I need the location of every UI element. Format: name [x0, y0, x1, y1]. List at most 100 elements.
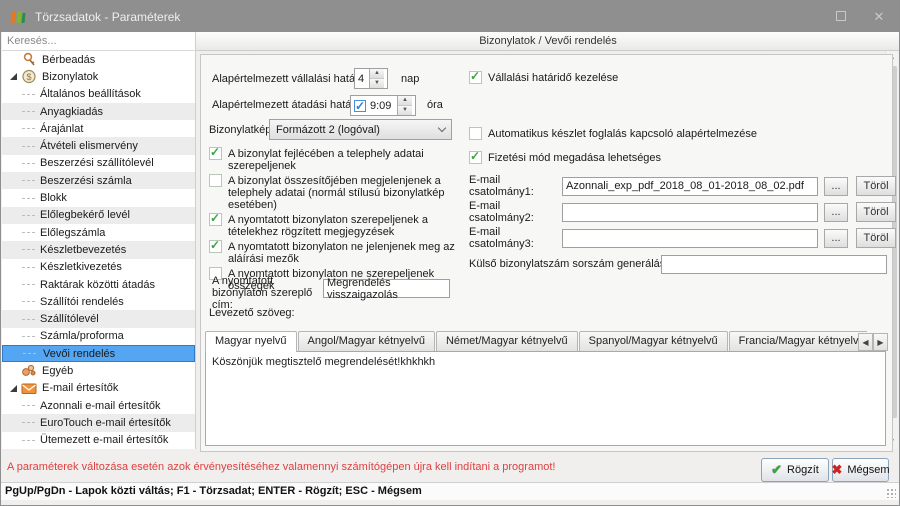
- tree-item-anyagkiad-s[interactable]: Anyagkiadás: [2, 103, 195, 120]
- checkbox-left-1[interactable]: A bizonylat fejlécében a telephely adata…: [209, 147, 467, 172]
- checkbox-right-2[interactable]: Automatikus készlet foglalás kapcsoló al…: [469, 127, 869, 140]
- levezeto-label: Levezető szöveg:: [209, 307, 295, 319]
- save-button[interactable]: ✔ Rögzít: [761, 458, 829, 482]
- checkbox-label: Automatikus készlet foglalás kapcsoló al…: [488, 127, 757, 140]
- email-input[interactable]: [562, 229, 818, 248]
- browse-button[interactable]: ...: [824, 229, 848, 248]
- tree-item-azonnali-e-mail-rtes-t-k[interactable]: Azonnali e-mail értesítők: [2, 397, 195, 414]
- tree-item-k-szletkivezet-s[interactable]: Készletkivezetés: [2, 259, 195, 276]
- kulso-input[interactable]: [661, 255, 887, 274]
- checkbox-icon[interactable]: [469, 127, 482, 140]
- checkbox-icon[interactable]: [209, 174, 222, 187]
- spinner-arrows-icon[interactable]: ▲▼: [369, 69, 384, 88]
- tree-item-el-legsz-mla[interactable]: Előlegszámla: [2, 224, 195, 241]
- tree-item--ltal-nos-be-ll-t-sok[interactable]: Általános beállítások: [2, 86, 195, 103]
- close-icon[interactable]: ✕: [871, 9, 887, 25]
- other-icon: [21, 363, 37, 378]
- tree-item--raj-nlat[interactable]: Árajánlat: [2, 120, 195, 137]
- tree-item-label: Számla/proforma: [40, 330, 124, 342]
- expander-icon[interactable]: [10, 73, 17, 80]
- checkbox-label: A nyomtatott bizonylaton szerepeljenek a…: [228, 213, 467, 238]
- tree-branch-line: [22, 198, 35, 199]
- search-input[interactable]: Keresés...: [2, 32, 196, 51]
- tree-item-rakt-rak-k-z-tti-tad-s[interactable]: Raktárak közötti átadás: [2, 276, 195, 293]
- tree-item-sz-ll-t-lev-l[interactable]: Szállítólevél: [2, 310, 195, 327]
- delete-attachment-button[interactable]: Töröl: [856, 202, 896, 222]
- cancel-button[interactable]: ✖ Mégsem: [832, 458, 889, 482]
- tree-item-sz-ll-t-i-rendel-s[interactable]: Szállítói rendelés: [2, 293, 195, 310]
- browse-button[interactable]: ...: [824, 177, 848, 196]
- checkbox-label: Fizetési mód megadása lehetséges: [488, 151, 661, 164]
- mail-icon: [21, 381, 37, 396]
- cim-input[interactable]: Megrendelés visszaigazolás: [323, 279, 450, 298]
- checkbox-label: A bizonylat összesítőjében megjelenjenek…: [228, 174, 467, 211]
- checkbox-left-4[interactable]: A nyomtatott bizonylaton ne jelenjenek m…: [209, 240, 467, 265]
- vallalasi-label: Alapértelmezett vállalási határidő:: [212, 73, 376, 85]
- delete-attachment-button[interactable]: Töröl: [856, 228, 896, 248]
- tree-item-k-szletbevezet-s[interactable]: Készletbevezetés: [2, 241, 195, 258]
- tab-spanyol-magyar-k-tnyelv-[interactable]: Spanyol/Magyar kétnyelvű: [579, 331, 728, 351]
- tree-item-vev-i-rendel-s[interactable]: Vevői rendelés: [2, 345, 195, 362]
- checkbox-right-3[interactable]: Fizetési mód megadása lehetséges: [469, 151, 869, 164]
- checkbox-label: A bizonylat fejlécében a telephely adata…: [228, 147, 467, 172]
- checkbox-icon[interactable]: [469, 71, 482, 84]
- spinner-arrows-icon[interactable]: ▲▼: [397, 96, 412, 115]
- check-icon: ✔: [771, 462, 782, 478]
- checkbox-left-3[interactable]: A nyomtatott bizonylaton szerepeljenek a…: [209, 213, 467, 238]
- levezeto-textarea[interactable]: Köszönjük megtisztelő megrendelését!khkh…: [205, 351, 886, 446]
- bizonylatkep-dropdown[interactable]: Formázott 2 (logóval): [269, 119, 452, 140]
- tree-branch-line: [22, 405, 35, 406]
- rental-icon: [21, 52, 37, 67]
- checkbox-icon[interactable]: [209, 213, 222, 226]
- tree-item-beszerz-si-sz-mla[interactable]: Beszerzési számla: [2, 172, 195, 189]
- app-window: Törzsadatok - Paraméterek ✕ Keresés... B…: [0, 0, 900, 506]
- maximize-icon[interactable]: [833, 9, 849, 24]
- vallalasi-spinner[interactable]: 4 ▲▼: [354, 68, 388, 89]
- tree-branch-line: [22, 232, 35, 233]
- checkbox-icon[interactable]: [469, 151, 482, 164]
- checkbox-icon[interactable]: [209, 147, 222, 160]
- tree-item-eurotouch-e-mail-rtes-t-k[interactable]: EuroTouch e-mail értesítők: [2, 414, 195, 431]
- atadasi-checkbox[interactable]: [354, 100, 366, 112]
- tab-n-met-magyar-k-tnyelv-[interactable]: Német/Magyar kétnyelvű: [436, 331, 578, 351]
- browse-button[interactable]: ...: [824, 203, 848, 222]
- tab-scroll-left-icon[interactable]: ◀: [858, 333, 873, 351]
- tree-item--temezett-e-mail-rtes-t-k[interactable]: Ütemezett e-mail értesítők: [2, 432, 195, 449]
- app-icon: [10, 9, 26, 25]
- email-input[interactable]: Azonnali_exp_pdf_2018_08_01-2018_08_02.p…: [562, 177, 818, 196]
- tab-scroll-right-icon[interactable]: ▶: [873, 333, 888, 351]
- tree-branch-line: [22, 336, 35, 337]
- delete-attachment-button[interactable]: Töröl: [856, 176, 896, 196]
- resize-grip-icon[interactable]: [886, 488, 896, 498]
- x-icon: ✖: [831, 462, 842, 478]
- tree-item-e-mail-rtes-t-k[interactable]: E-mail értesítők: [2, 380, 195, 397]
- atadasi-time-editor[interactable]: 9:09 ▲▼: [350, 95, 416, 116]
- tree-item-egy-b[interactable]: Egyéb: [2, 362, 195, 379]
- tree-item-label: Szállítólevél: [40, 313, 99, 325]
- atadasi-unit: óra: [427, 99, 443, 111]
- email-label: E-mail csatolmány3:: [469, 226, 562, 250]
- tree-item-b-rbead-s[interactable]: Bérbeadás: [2, 51, 195, 68]
- checkbox-right-1[interactable]: Vállalási határidő kezelése: [469, 71, 869, 84]
- tree-branch-line: [22, 319, 35, 320]
- tree-item-label: E-mail értesítők: [42, 382, 118, 394]
- expander-icon[interactable]: [10, 385, 17, 392]
- status-bar: PgUp/PgDn - Lapok közti váltás; F1 - Tör…: [1, 482, 899, 500]
- settings-panel: Alapértelmezett vállalási határidő: 4 ▲▼…: [200, 54, 893, 452]
- checkbox-icon[interactable]: [209, 240, 222, 253]
- email-label: E-mail csatolmány2:: [469, 200, 562, 224]
- checkbox-left-2[interactable]: A bizonylat összesítőjében megjelenjenek…: [209, 174, 467, 211]
- tree-branch-line: [22, 128, 35, 129]
- tab-francia-magyar-k-tnyelv-[interactable]: Francia/Magyar kétnyelvű: [729, 331, 867, 351]
- email-input[interactable]: [562, 203, 818, 222]
- tree-item-blokk[interactable]: Blokk: [2, 189, 195, 206]
- tree-branch-line: [22, 111, 35, 112]
- tab-angol-magyar-k-tnyelv-[interactable]: Angol/Magyar kétnyelvű: [298, 331, 435, 351]
- tree-item-beszerz-si-sz-ll-t-lev-l[interactable]: Beszerzési szállítólevél: [2, 155, 195, 172]
- tree-item--tv-teli-elismerv-ny[interactable]: Átvételi elismervény: [2, 137, 195, 154]
- tab-magyar-nyelv-[interactable]: Magyar nyelvű: [205, 331, 297, 352]
- tree-item-bizonylatok[interactable]: $Bizonylatok: [2, 68, 195, 85]
- tree-item-sz-mla-proforma[interactable]: Számla/proforma: [2, 328, 195, 345]
- tree-item-el-legbek-r-lev-l[interactable]: Előlegbekérő levél: [2, 207, 195, 224]
- svg-text:$: $: [26, 72, 31, 82]
